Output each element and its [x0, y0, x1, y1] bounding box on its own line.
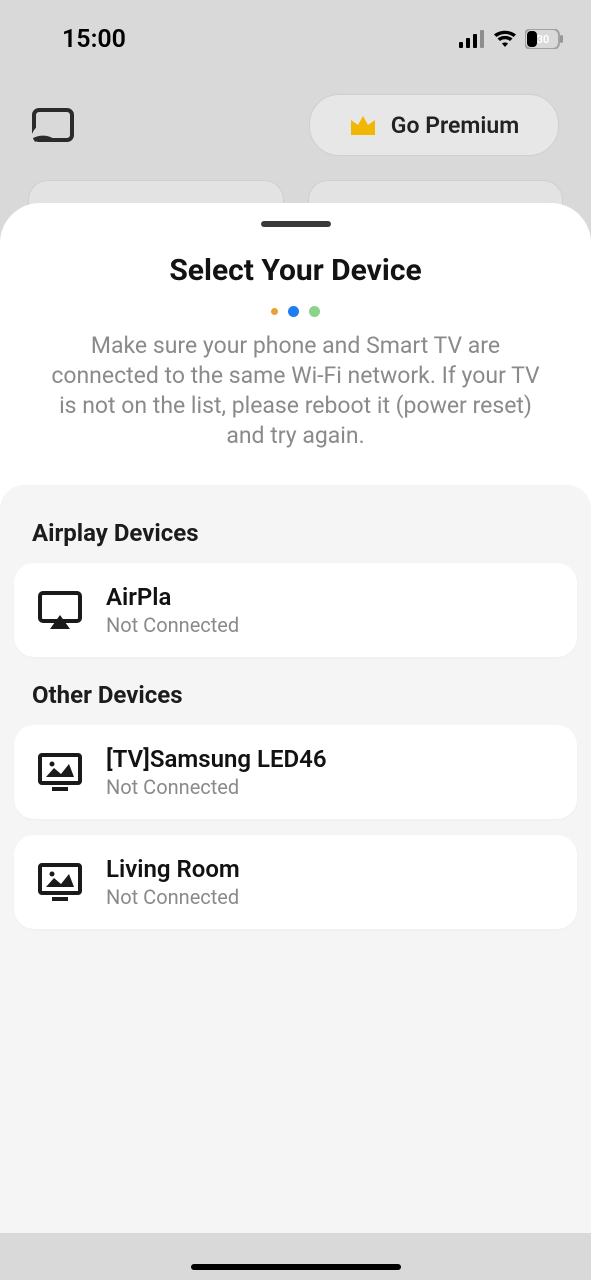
sheet-description: Make sure your phone and Smart TV are co…	[0, 331, 591, 451]
sheet-title: Select Your Device	[169, 253, 421, 288]
device-row-airplay[interactable]: AirPla Not Connected	[14, 563, 577, 657]
tv-icon	[36, 861, 84, 903]
device-status: Not Connected	[106, 613, 239, 637]
battery-icon: 30	[525, 29, 563, 49]
page-dots	[271, 306, 320, 317]
dot-indicator	[271, 308, 278, 315]
device-name: AirPla	[106, 583, 239, 611]
device-sheet: Select Your Device Make sure your phone …	[0, 203, 591, 1233]
device-name: Living Room	[106, 855, 240, 883]
device-row-samsung[interactable]: [TV]Samsung LED46 Not Connected	[14, 725, 577, 819]
crown-icon	[349, 114, 377, 136]
wifi-icon	[493, 30, 517, 48]
status-right-cluster: 30	[459, 29, 563, 49]
sheet-grabber[interactable]	[261, 221, 331, 227]
tv-icon	[36, 751, 84, 793]
status-bar: 15:00 30	[0, 0, 591, 60]
device-list-area: Airplay Devices AirPla Not Connected Oth…	[0, 485, 591, 1233]
status-time: 15:00	[62, 25, 126, 54]
device-text: Living Room Not Connected	[106, 855, 240, 909]
go-premium-label: Go Premium	[391, 112, 519, 139]
device-row-livingroom[interactable]: Living Room Not Connected	[14, 835, 577, 929]
cellular-signal-icon	[459, 30, 485, 48]
other-section-title: Other Devices	[32, 681, 577, 709]
go-premium-button[interactable]: Go Premium	[309, 94, 559, 156]
airplay-icon	[36, 589, 84, 631]
app-header: Go Premium	[0, 85, 591, 165]
dot-indicator	[288, 306, 299, 317]
device-text: AirPla Not Connected	[106, 583, 239, 637]
home-indicator[interactable]	[191, 1264, 401, 1270]
dot-indicator	[309, 306, 320, 317]
cast-icon[interactable]	[32, 108, 74, 142]
device-text: [TV]Samsung LED46 Not Connected	[106, 745, 327, 799]
device-status: Not Connected	[106, 885, 240, 909]
device-status: Not Connected	[106, 775, 327, 799]
svg-text:30: 30	[537, 33, 550, 46]
airplay-section-title: Airplay Devices	[32, 519, 577, 547]
device-name: [TV]Samsung LED46	[106, 745, 327, 773]
